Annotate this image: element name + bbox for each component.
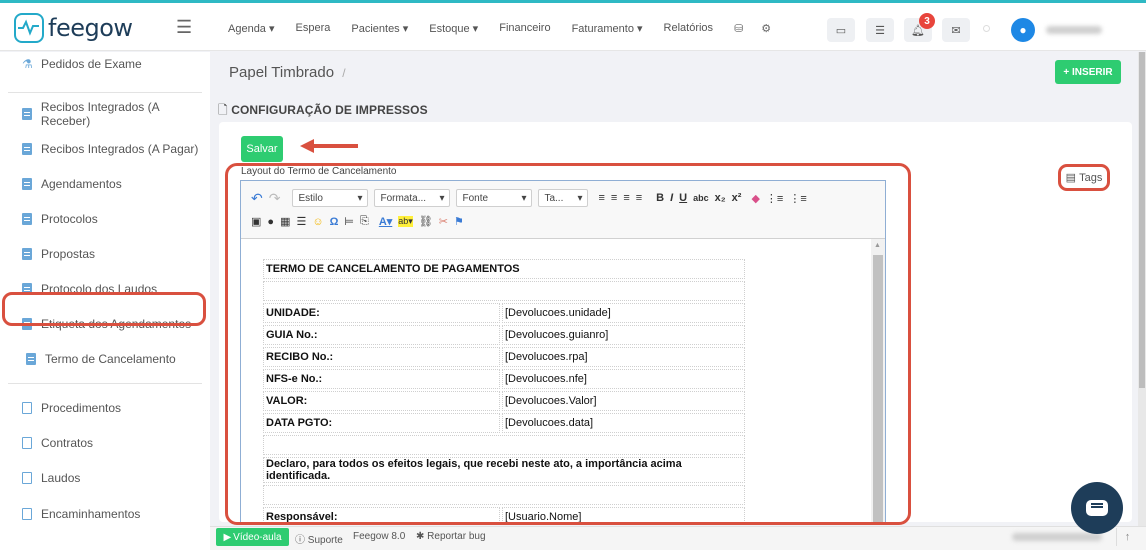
file-icon: 🗋︎ (218, 103, 228, 117)
unit-info-blurred (1012, 533, 1102, 541)
scroll-top-icon[interactable]: ↑ (1116, 528, 1138, 546)
user-name-blurred[interactable] (1046, 26, 1102, 34)
report-bug-label: Reportar bug (427, 531, 486, 542)
flask-icon: ⚗ (22, 57, 33, 71)
page-scrollbar-thumb[interactable] (1139, 52, 1145, 388)
video-camera-icon: ▶ (223, 531, 232, 543)
version-label: Feegow 8.0 (353, 531, 406, 542)
sidebar-divider (8, 383, 202, 384)
section-title: 🗋︎ CONFIGURAÇÃO DE IMPRESSOS (218, 101, 428, 122)
sidebar-item-protocolos[interactable]: Protocolos (0, 207, 210, 231)
editor-highlight (225, 163, 911, 525)
document-icon (22, 143, 32, 155)
main-nav: Agenda ▾ Espera Pacientes ▾ Estoque ▾ Fi… (228, 22, 789, 35)
chat-icon[interactable]: ✉ (942, 18, 970, 42)
report-bug-link[interactable]: ✱ Reportar bug (416, 531, 486, 542)
logo-text: feegow (48, 14, 133, 42)
footer-bar (210, 526, 1146, 550)
sidebar-item-label: Termo de Cancelamento (45, 352, 176, 366)
tags-label: Tags (1079, 171, 1103, 184)
nav-espera[interactable]: Espera (296, 22, 331, 35)
nav-financeiro[interactable]: Financeiro (499, 22, 550, 35)
sidebar-item-label: Procedimentos (41, 401, 122, 415)
logo[interactable]: feegow (14, 13, 133, 43)
active-item-highlight (2, 292, 206, 326)
sidebar-item-contratos[interactable]: Contratos (0, 431, 210, 455)
sidebar-item-label: Agendamentos (41, 177, 122, 191)
sidebar-item-label: Encaminhamentos (41, 507, 141, 521)
breadcrumb-separator: / (342, 66, 346, 80)
page-title[interactable]: Papel Timbrado (229, 64, 334, 81)
notification-badge: 3 (919, 13, 935, 29)
checklist-icon[interactable]: ☰ (866, 18, 894, 42)
section-title-text: CONFIGURAÇÃO DE IMPRESSOS (231, 103, 428, 117)
video-tutorial-button[interactable]: ▶ Vídeo-aula (216, 528, 289, 546)
nav-faturamento[interactable]: Faturamento ▾ (572, 22, 643, 35)
database-icon[interactable]: ⛁ (734, 22, 743, 35)
nav-relatorios[interactable]: Relatórios (664, 22, 714, 35)
copy-icon (22, 508, 32, 520)
video-tutorial-label: Vídeo-aula (233, 531, 282, 543)
heartbeat-logo-icon (14, 13, 44, 43)
sidebar-item-recibos-pagar[interactable]: Recibos Integrados (A Pagar) (0, 137, 210, 161)
save-button[interactable]: Salvar (241, 136, 283, 162)
support-label: Suporte (307, 535, 343, 546)
help-circle-icon: ⓘ (295, 535, 305, 546)
sidebar-item-label: Contratos (41, 436, 94, 450)
nav-agenda[interactable]: Agenda ▾ (228, 22, 275, 35)
chat-bubble-icon (1086, 500, 1108, 516)
sidebar-item-procedimentos[interactable]: Procedimentos (0, 396, 210, 420)
sidebar-item-termo-cancelamento[interactable]: Termo de Cancelamento (0, 347, 210, 371)
arrow-left-icon (300, 139, 358, 153)
tags-button[interactable]: ▤ Tags (1058, 164, 1110, 191)
bug-icon: ✱ (416, 531, 425, 542)
top-navbar: feegow ☰ Agenda ▾ Espera Pacientes ▾ Est… (0, 3, 1146, 51)
nav-pacientes[interactable]: Pacientes ▾ (351, 22, 408, 35)
sidebar-item-label: Pedidos de Exame (41, 57, 142, 71)
sidebar-item-pedidos-exame[interactable]: ⚗ Pedidos de Exame (0, 52, 210, 76)
sidebar-item-label: Laudos (41, 471, 81, 485)
hamburger-menu-icon[interactable]: ☰ (176, 17, 192, 38)
copy-icon (22, 402, 32, 414)
document-icon (22, 213, 32, 225)
sidebar-item-agendamentos[interactable]: Agendamentos (0, 172, 210, 196)
document-icon (22, 178, 32, 190)
sidebar-item-label: Recibos Integrados (A Receber) (40, 100, 159, 128)
copy-icon (22, 472, 32, 484)
support-link[interactable]: ⓘ Suporte (295, 531, 343, 546)
tag-list-icon: ▤ (1065, 172, 1077, 184)
sidebar-item-propostas[interactable]: Propostas (0, 242, 210, 266)
sidebar-item-label: Protocolos (41, 212, 98, 226)
status-dot-icon (983, 25, 990, 32)
sidebar-item-laudos[interactable]: Laudos (0, 466, 210, 490)
sidebar-item-label: Recibos Integrados (A Pagar) (41, 142, 199, 156)
chat-widget-button[interactable] (1071, 482, 1123, 534)
gear-icon[interactable]: ⚙ (761, 22, 771, 35)
copy-icon (22, 437, 32, 449)
inbox-icon[interactable]: ▭ (827, 18, 855, 42)
user-avatar-icon[interactable]: ● (1011, 18, 1035, 42)
nav-estoque[interactable]: Estoque ▾ (429, 22, 478, 35)
document-icon (22, 248, 32, 260)
breadcrumb: Papel Timbrado / (229, 64, 346, 81)
sidebar-item-recibos-receber[interactable]: Recibos Integrados (A Receber) (0, 100, 210, 128)
sidebar-item-label: Propostas (41, 247, 96, 261)
document-icon (22, 108, 32, 120)
sidebar-divider (8, 92, 202, 93)
content-header (210, 52, 1146, 94)
document-icon (26, 353, 36, 365)
insert-button[interactable]: + INSERIR (1055, 60, 1121, 84)
sidebar-item-encaminhamentos[interactable]: Encaminhamentos (0, 502, 210, 526)
